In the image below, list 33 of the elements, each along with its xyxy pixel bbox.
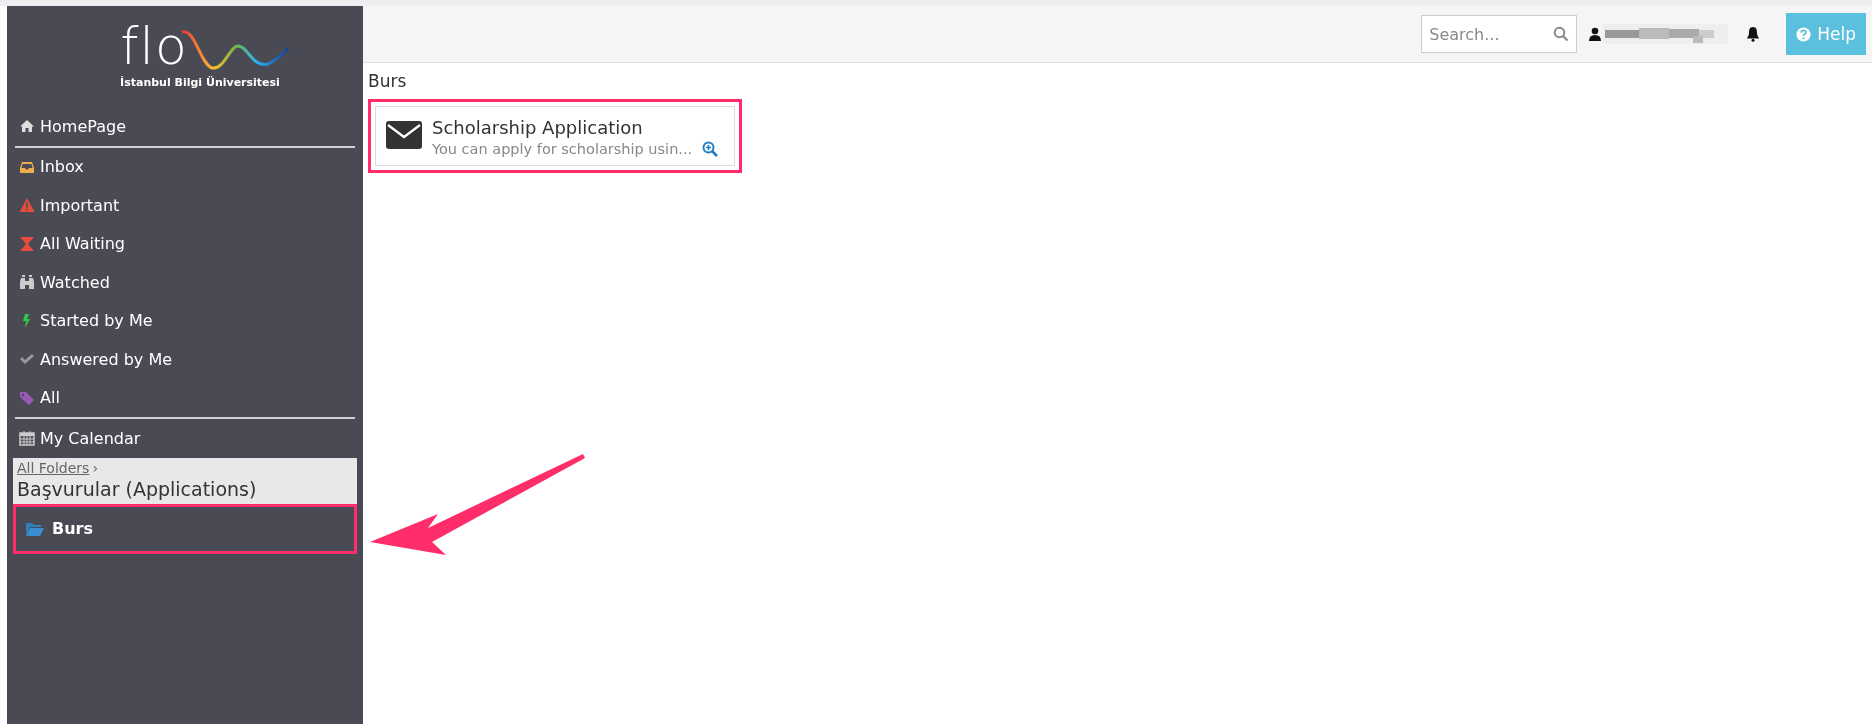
menu-item[interactable]: All [11, 378, 359, 417]
binoculars-icon [19, 274, 35, 291]
question-icon [1796, 26, 1812, 42]
home-icon [19, 118, 35, 135]
envelope-icon [386, 121, 422, 149]
search-icon [1553, 26, 1570, 42]
menu-item[interactable]: All Waiting [11, 224, 359, 263]
card-title: Scholarship Application [432, 117, 644, 138]
menu-item[interactable]: Answered by Me [11, 340, 359, 379]
folder-item[interactable]: Burs [13, 503, 357, 554]
breadcrumb-separator: › [92, 459, 98, 476]
menu-item[interactable]: Started by Me [11, 301, 359, 340]
zoom-in-icon[interactable] [702, 141, 719, 157]
logo-subtitle: İstanbul Bilgi Üniversitesi [120, 76, 280, 89]
menu-item[interactable]: Watched [11, 263, 359, 302]
page-title: Burs [368, 71, 408, 91]
menu-item[interactable]: HomePage [11, 107, 359, 146]
search-field[interactable]: Search... [1421, 15, 1578, 53]
current-folder: Başvurular (Applications) [17, 477, 258, 500]
process-card[interactable]: Scholarship Application You can apply for scholarship usin... [375, 106, 735, 166]
folder-icon [26, 521, 44, 536]
menu-item[interactable]: My Calendar [11, 419, 359, 458]
all-folders-link[interactable]: All Folders [17, 459, 90, 476]
user-icon [1589, 27, 1602, 41]
bell-icon[interactable] [1746, 26, 1761, 42]
warning-icon [19, 197, 35, 214]
hourglass-icon [19, 235, 35, 252]
logo-wordmark: flo [120, 18, 188, 74]
menu-item[interactable]: Important [11, 186, 359, 225]
menu-item[interactable]: Inbox [11, 147, 359, 186]
calendar-icon [19, 430, 35, 447]
card-description: You can apply for scholarship usin... [432, 141, 693, 157]
tag-icon [19, 389, 35, 406]
